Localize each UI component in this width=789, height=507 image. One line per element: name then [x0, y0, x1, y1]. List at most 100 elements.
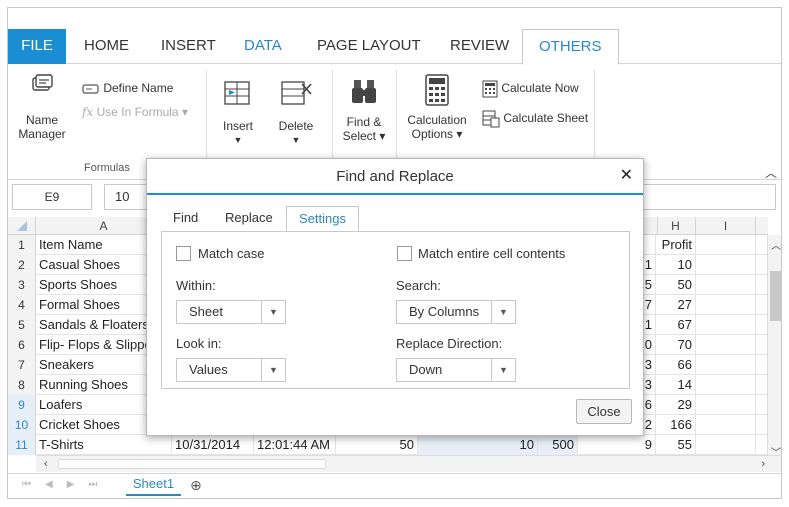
- calculate-sheet-button[interactable]: Calculate Sheet: [482, 110, 588, 128]
- replace-direction-dropdown[interactable]: Down ▼: [396, 358, 516, 382]
- delete-label: Delete: [278, 119, 314, 133]
- look-in-dropdown[interactable]: Values ▼: [176, 358, 286, 382]
- use-in-formula-label: Use In Formula: [96, 105, 179, 119]
- close-icon[interactable]: ✕: [620, 167, 633, 185]
- column-header-h[interactable]: H: [656, 217, 696, 235]
- ribbon-divider: [594, 70, 595, 170]
- cell-profit[interactable]: 55: [656, 435, 696, 455]
- chevron-down-icon: ▼: [233, 135, 243, 145]
- ribbon-tabs: FILE HOME INSERT DATA PAGE LAYOUT REVIEW…: [8, 8, 781, 65]
- horizontal-scroll-thumb[interactable]: [58, 459, 326, 469]
- vertical-scroll-thumb[interactable]: [770, 271, 781, 321]
- cell-empty[interactable]: [696, 355, 756, 375]
- cell-empty[interactable]: [696, 315, 756, 335]
- cell-value[interactable]: 500: [538, 435, 578, 455]
- cell-profit[interactable]: 29: [656, 395, 696, 415]
- close-button[interactable]: Close: [576, 399, 632, 424]
- cell-profit[interactable]: 166: [656, 415, 696, 435]
- within-dropdown[interactable]: Sheet ▼: [176, 300, 286, 324]
- ribbon-divider: [206, 70, 207, 170]
- formulas-group-label: Formulas: [84, 162, 130, 174]
- tab-settings[interactable]: Settings: [286, 206, 359, 232]
- horizontal-scrollbar[interactable]: ‹ ›: [36, 455, 781, 472]
- collapse-ribbon-icon[interactable]: ︿: [765, 164, 777, 181]
- cell-item-name[interactable]: T-Shirts: [36, 435, 172, 455]
- tab-page-layout[interactable]: PAGE LAYOUT: [301, 29, 437, 64]
- select-all-corner[interactable]: [8, 217, 36, 235]
- delete-cells-icon: [281, 81, 312, 105]
- chevron-down-icon: ▾: [181, 105, 188, 119]
- cell-profit[interactable]: 50: [656, 275, 696, 295]
- row-header[interactable]: 1: [8, 235, 36, 255]
- cell-empty[interactable]: [696, 375, 756, 395]
- tab-file[interactable]: FILE: [8, 29, 66, 64]
- tab-insert[interactable]: INSERT: [145, 29, 232, 64]
- cell-profit[interactable]: 66: [656, 355, 696, 375]
- find-replace-dialog: Find and Replace ✕ Find Replace Settings…: [146, 158, 644, 436]
- cell-empty[interactable]: [696, 395, 756, 415]
- row-header[interactable]: 5: [8, 315, 36, 335]
- delete-button[interactable]: Delete ▼: [274, 80, 318, 147]
- define-name-button[interactable]: Define Name: [82, 81, 173, 95]
- match-case-checkbox[interactable]: [176, 246, 191, 261]
- row-header[interactable]: 11: [8, 435, 36, 455]
- name-manager-icon: [32, 74, 53, 91]
- cell-value[interactable]: 50: [336, 435, 418, 455]
- tab-home[interactable]: HOME: [68, 29, 145, 64]
- row-header[interactable]: 9: [8, 395, 36, 415]
- vertical-scrollbar[interactable]: ︿ ﹀: [767, 235, 781, 461]
- row-header[interactable]: 8: [8, 375, 36, 395]
- sheet-navigation-icons[interactable]: ⏮◀▶⏭: [22, 479, 111, 490]
- within-value: Sheet: [189, 304, 223, 319]
- cell-empty[interactable]: [696, 335, 756, 355]
- row-header[interactable]: 4: [8, 295, 36, 315]
- scroll-up-icon[interactable]: ︿: [771, 237, 781, 252]
- cell-value[interactable]: 9: [616, 435, 656, 455]
- cell-empty[interactable]: [696, 275, 756, 295]
- tab-replace[interactable]: Replace: [213, 206, 285, 232]
- cell-value[interactable]: 10: [418, 435, 538, 455]
- row-header[interactable]: 2: [8, 255, 36, 275]
- name-box[interactable]: E9: [12, 184, 92, 210]
- tab-others[interactable]: OTHERS: [522, 29, 619, 65]
- calculation-options-button[interactable]: Calculation Options ▾: [404, 74, 470, 141]
- search-value: By Columns: [409, 304, 480, 319]
- sheet-tab-sheet1[interactable]: Sheet1: [126, 474, 181, 496]
- scroll-left-icon[interactable]: ‹: [44, 456, 48, 472]
- cell-empty[interactable]: [696, 235, 756, 255]
- cell-empty[interactable]: [696, 435, 756, 455]
- row-header[interactable]: 10: [8, 415, 36, 435]
- cell-profit[interactable]: 67: [656, 315, 696, 335]
- row-header[interactable]: 6: [8, 335, 36, 355]
- ribbon-divider: [396, 70, 397, 170]
- column-header-i[interactable]: I: [696, 217, 756, 235]
- name-manager-button[interactable]: Name Manager: [16, 72, 68, 141]
- cell-profit[interactable]: 10: [656, 255, 696, 275]
- match-entire-cell-checkbox[interactable]: [397, 246, 412, 261]
- calculate-now-button[interactable]: Calculate Now: [482, 80, 579, 98]
- table-row: 11 T-Shirts 10/31/2014 12:01:44 AM 50 10 500 9 5…: [8, 435, 768, 455]
- ribbon-divider: [332, 70, 333, 170]
- tab-find[interactable]: Find: [161, 206, 210, 232]
- cell-time[interactable]: 12:01:44 AM: [254, 435, 336, 455]
- scroll-right-icon[interactable]: ›: [761, 456, 765, 472]
- row-header[interactable]: 3: [8, 275, 36, 295]
- insert-button[interactable]: Insert ▼: [218, 80, 258, 147]
- function-icon: fx: [82, 105, 94, 119]
- find-select-button[interactable]: Find & Select ▾: [338, 78, 390, 143]
- dialog-title: Find and Replace: [147, 159, 643, 195]
- cell-empty[interactable]: [696, 295, 756, 315]
- insert-cells-icon: [224, 81, 250, 105]
- cell-profit[interactable]: Profit: [656, 235, 696, 255]
- cell-empty[interactable]: [696, 415, 756, 435]
- add-sheet-icon[interactable]: ⊕: [190, 477, 202, 494]
- row-header[interactable]: 7: [8, 355, 36, 375]
- cell-profit[interactable]: 14: [656, 375, 696, 395]
- cell-date[interactable]: 10/31/2014: [172, 435, 254, 455]
- cell-profit[interactable]: 27: [656, 295, 696, 315]
- tab-data[interactable]: DATA: [228, 29, 298, 64]
- tab-review[interactable]: REVIEW: [434, 29, 525, 64]
- cell-empty[interactable]: [696, 255, 756, 275]
- cell-profit[interactable]: 70: [656, 335, 696, 355]
- search-dropdown[interactable]: By Columns ▼: [396, 300, 516, 324]
